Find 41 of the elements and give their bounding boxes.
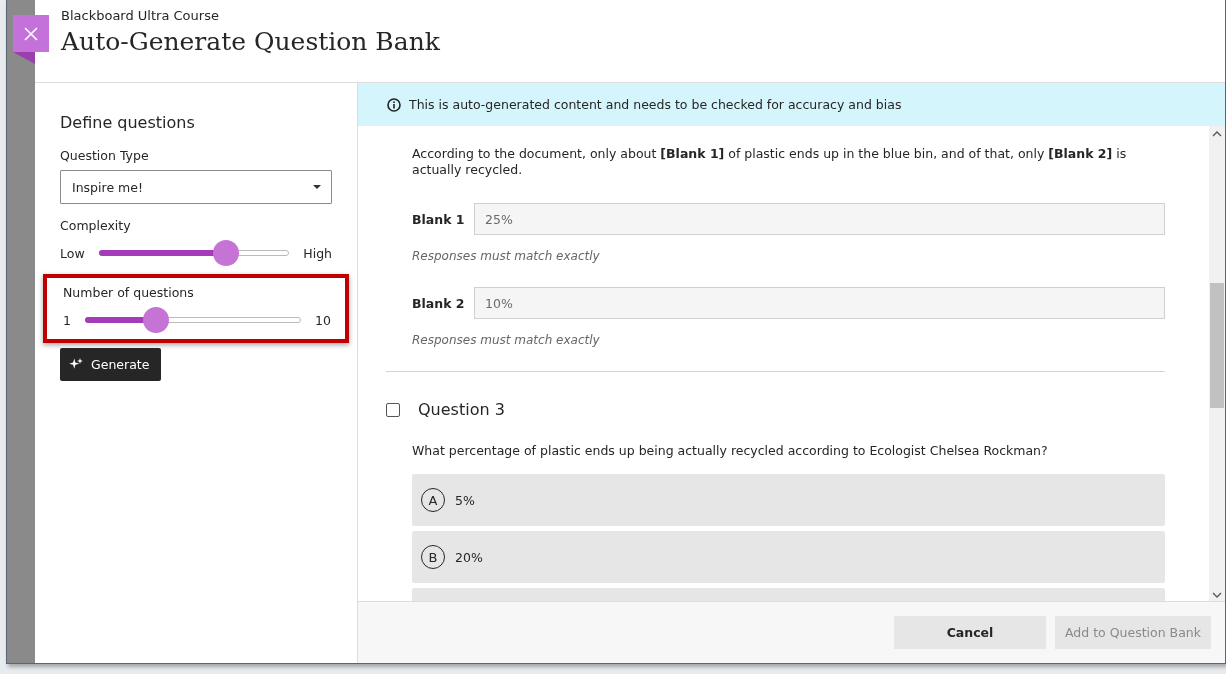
hint-text: Responses must match exactly: [412, 249, 601, 263]
slider-thumb[interactable]: [213, 240, 240, 266]
caret-icon: [313, 185, 321, 189]
question-title: Question 3: [418, 400, 505, 419]
option-text: 20%: [455, 549, 483, 565]
answer-option[interactable]: B 20%: [412, 531, 1165, 583]
scrollbar-thumb[interactable]: [1210, 283, 1224, 408]
slider-label: Complexity: [60, 218, 132, 233]
generate-button[interactable]: Generate: [60, 348, 162, 381]
footer-button[interactable]: Cancel: [894, 616, 1046, 649]
option-text: 5%: [455, 492, 475, 508]
slider-min-label: Low: [60, 245, 85, 261]
slider-max-label: High: [303, 245, 332, 261]
slider-label: Number of questions: [63, 285, 195, 300]
answer-option[interactable]: A 5%: [412, 474, 1165, 526]
answer-field[interactable]: 25%: [474, 203, 1165, 235]
close-icon: [24, 26, 38, 41]
hint-text: Responses must match exactly: [412, 333, 601, 347]
question-text: What percentage of plastic ends up being actually recycled according to Ecologist Chelsea Rockman?: [412, 443, 1049, 458]
slider-track[interactable]: [84, 307, 302, 333]
slider-thumb[interactable]: [143, 307, 170, 333]
slider-max-label: 10: [315, 312, 331, 328]
blank-label: Blank 1: [412, 211, 464, 227]
checkbox[interactable]: [386, 402, 400, 417]
question-text: According to the document, only about [Blank 1] of plastic ends up in the blue bin, and of that, only [Blank 2] is actually recycled.: [412, 146, 1128, 178]
answer-field[interactable]: 10%: [474, 287, 1165, 319]
field-label: Question Type: [60, 148, 150, 163]
question-type-dropdown[interactable]: Inspire me!: [60, 170, 332, 204]
notice-text: This is auto-generated content and needs to be checked for accuracy and bias: [409, 97, 902, 112]
slider-min-label: 1: [63, 312, 71, 328]
scroll-down-icon[interactable]: [1212, 591, 1222, 599]
section-heading: Define questions: [60, 113, 196, 132]
scroll-up-icon[interactable]: [1212, 130, 1222, 138]
slider-track[interactable]: [98, 240, 290, 266]
scrollbar[interactable]: [1209, 126, 1225, 601]
course-name: Blackboard Ultra Course: [61, 8, 220, 23]
info-icon: [387, 97, 401, 112]
ribbon-fold: [13, 52, 35, 64]
page-title: Auto-Generate Question Bank: [61, 27, 441, 56]
close-button[interactable]: [13, 15, 49, 52]
blank-label: Blank 2: [412, 295, 464, 311]
